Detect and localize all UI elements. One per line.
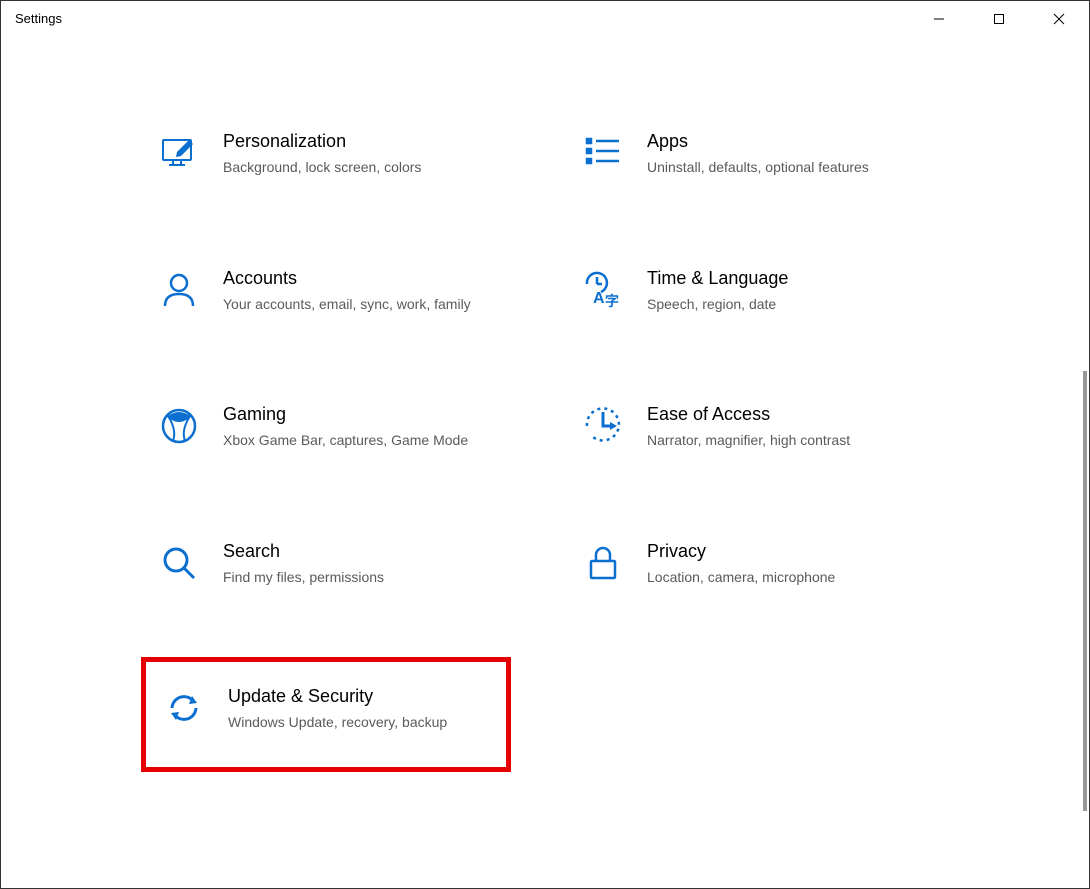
titlebar: Settings [1, 1, 1089, 41]
tile-desc: Location, camera, microphone [647, 568, 835, 588]
tile-title: Gaming [223, 404, 468, 425]
update-security-icon [162, 686, 206, 730]
tile-gaming[interactable]: Gaming Xbox Game Bar, captures, Game Mod… [141, 394, 525, 461]
minimize-button[interactable] [909, 1, 969, 37]
tile-text: Apps Uninstall, defaults, optional featu… [647, 131, 869, 178]
tile-apps[interactable]: Apps Uninstall, defaults, optional featu… [565, 121, 949, 188]
tile-title: Search [223, 541, 384, 562]
close-button[interactable] [1029, 1, 1089, 37]
tile-personalization[interactable]: Personalization Background, lock screen,… [141, 121, 525, 188]
tile-text: Update & Security Windows Update, recove… [228, 686, 447, 733]
tile-update-security[interactable]: Update & Security Windows Update, recove… [141, 657, 511, 772]
tile-accounts[interactable]: Accounts Your accounts, email, sync, wor… [141, 258, 525, 325]
tile-desc: Windows Update, recovery, backup [228, 713, 447, 733]
privacy-icon [581, 541, 625, 585]
tile-title: Time & Language [647, 268, 788, 289]
window-controls [909, 1, 1089, 37]
tile-desc: Speech, region, date [647, 295, 788, 315]
tile-text: Ease of Access Narrator, magnifier, high… [647, 404, 850, 451]
tile-desc: Xbox Game Bar, captures, Game Mode [223, 431, 468, 451]
maximize-button[interactable] [969, 1, 1029, 37]
ease-of-access-icon [581, 404, 625, 448]
tile-desc: Your accounts, email, sync, work, family [223, 295, 471, 315]
tile-text: Accounts Your accounts, email, sync, wor… [223, 268, 471, 315]
search-icon [157, 541, 201, 585]
accounts-icon [157, 268, 201, 312]
svg-text:A: A [593, 290, 605, 307]
tile-text: Privacy Location, camera, microphone [647, 541, 835, 588]
personalization-icon [157, 131, 201, 175]
tile-title: Apps [647, 131, 869, 152]
tile-desc: Uninstall, defaults, optional features [647, 158, 869, 178]
time-language-icon: A 字 [581, 268, 625, 312]
tile-desc: Narrator, magnifier, high contrast [647, 431, 850, 451]
tile-ease-of-access[interactable]: Ease of Access Narrator, magnifier, high… [565, 394, 949, 461]
gaming-icon [157, 404, 201, 448]
window-title: Settings [1, 1, 76, 36]
tile-text: Gaming Xbox Game Bar, captures, Game Mod… [223, 404, 468, 451]
tile-title: Privacy [647, 541, 835, 562]
tile-text: Time & Language Speech, region, date [647, 268, 788, 315]
tile-privacy[interactable]: Privacy Location, camera, microphone [565, 531, 949, 598]
tile-title: Update & Security [228, 686, 447, 707]
tile-title: Personalization [223, 131, 421, 152]
settings-content: Personalization Background, lock screen,… [1, 41, 1089, 772]
settings-grid: Personalization Background, lock screen,… [141, 121, 949, 772]
tile-desc: Background, lock screen, colors [223, 158, 421, 178]
tile-text: Search Find my files, permissions [223, 541, 384, 588]
tile-title: Ease of Access [647, 404, 850, 425]
apps-icon [581, 131, 625, 175]
scrollbar[interactable] [1083, 371, 1087, 811]
svg-text:字: 字 [605, 293, 619, 309]
tile-search[interactable]: Search Find my files, permissions [141, 531, 525, 598]
tile-time-language[interactable]: A 字 Time & Language Speech, region, date [565, 258, 949, 325]
tile-desc: Find my files, permissions [223, 568, 384, 588]
tile-text: Personalization Background, lock screen,… [223, 131, 421, 178]
tile-title: Accounts [223, 268, 471, 289]
